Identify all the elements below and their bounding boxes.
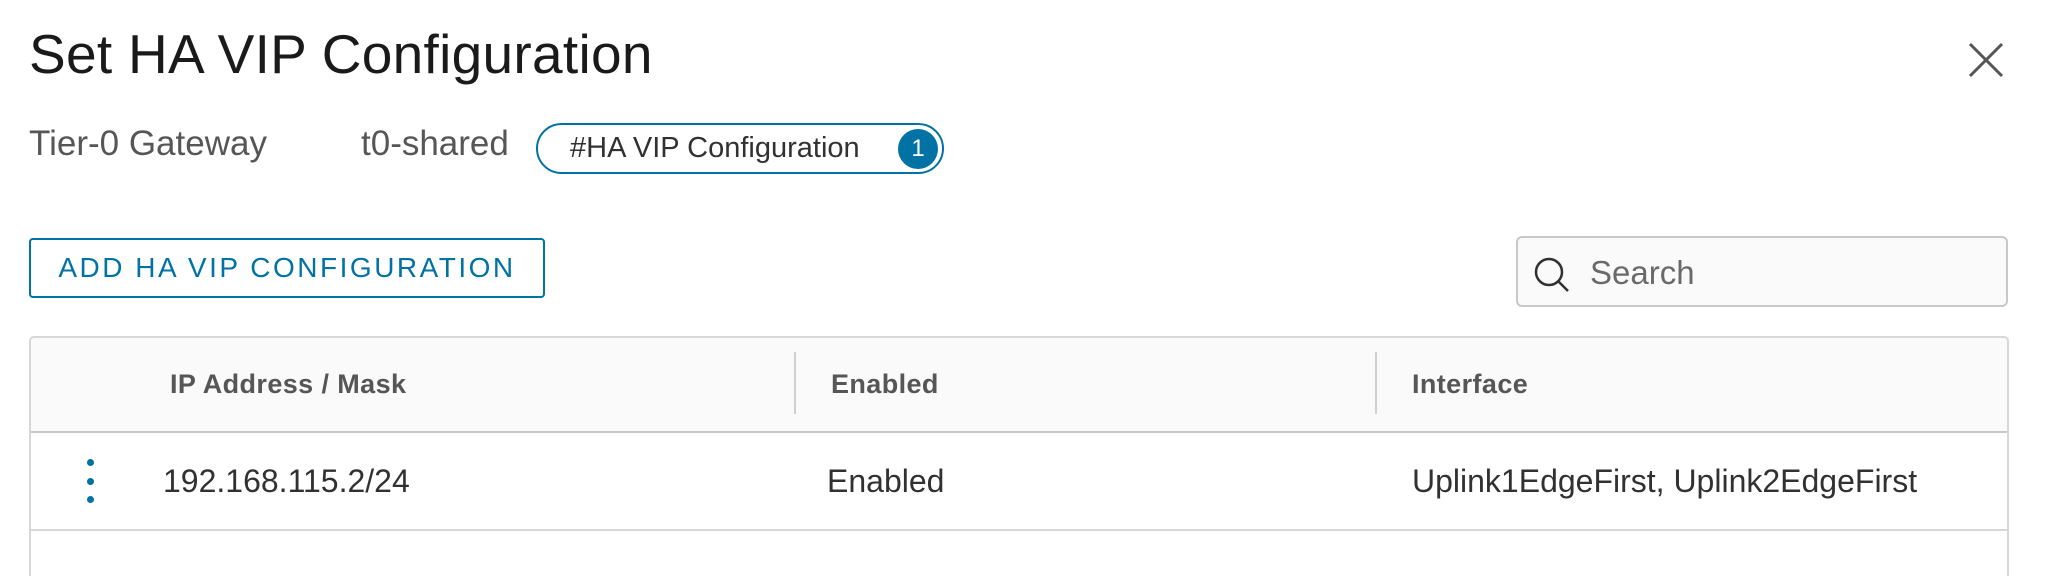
cell-ip-address: 192.168.115.2/24 [163, 462, 410, 499]
badge-count: 1 [898, 128, 938, 169]
cell-enabled: Enabled [827, 462, 945, 499]
gateway-name: t0-shared [361, 124, 509, 163]
datagrid-header: IP Address / Mask Enabled Interface [31, 338, 2007, 433]
close-icon [1968, 42, 2004, 78]
search-input[interactable] [1588, 248, 1992, 298]
column-header-ip-address-mask[interactable]: IP Address / Mask [170, 338, 406, 431]
close-button[interactable] [1966, 40, 2006, 80]
gateway-type-label: Tier-0 Gateway [29, 124, 267, 163]
cell-interface: Uplink1EdgeFirst, Uplink2EdgeFirst [1412, 462, 1918, 499]
search-box[interactable] [1516, 236, 2008, 307]
ha-vip-datagrid: IP Address / Mask Enabled Interface 192.… [29, 336, 2009, 576]
table-row: 192.168.115.2/24 Enabled Uplink1EdgeFirs… [31, 433, 2007, 531]
dialog-title: Set HA VIP Configuration [29, 23, 653, 85]
add-ha-vip-configuration-button[interactable]: ADD HA VIP CONFIGURATION [29, 238, 545, 298]
column-header-enabled[interactable]: Enabled [831, 338, 939, 431]
ha-vip-config-badge[interactable]: #HA VIP Configuration 1 [536, 123, 944, 174]
column-divider[interactable] [794, 352, 796, 414]
search-icon [1534, 257, 1569, 292]
badge-label: #HA VIP Configuration [570, 132, 860, 164]
column-divider[interactable] [1375, 352, 1377, 414]
vertical-ellipsis-icon[interactable] [79, 459, 101, 503]
column-header-interface[interactable]: Interface [1412, 338, 1528, 431]
